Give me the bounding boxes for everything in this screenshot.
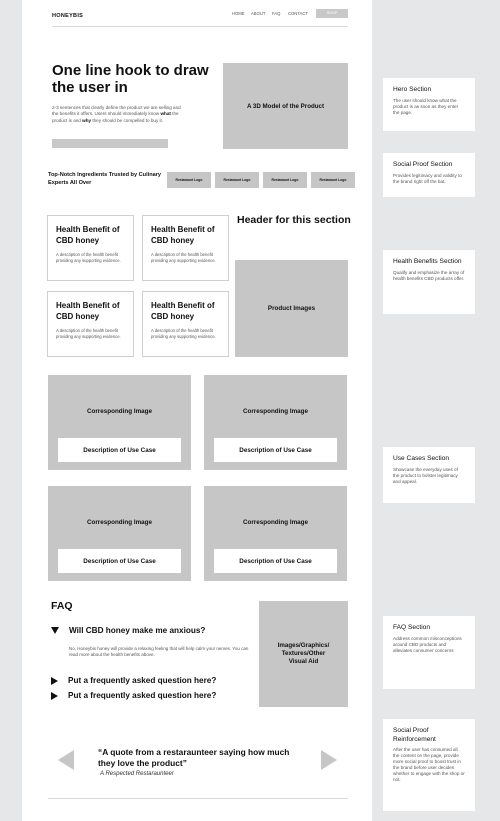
annotation-note: FAQ Section Address common misconception…	[383, 616, 475, 689]
faq-answer: No, Honeybis honey will provide a relaxi…	[69, 646, 249, 658]
chevron-down-icon	[51, 627, 59, 634]
annotation-note: Hero Section The user should know what t…	[383, 78, 475, 131]
shop-button[interactable]: SHOP	[316, 9, 348, 18]
note-description: Showcase the everyday uses of the produc…	[393, 466, 458, 484]
note-description: Provides legitimacy and validity to the …	[393, 172, 462, 184]
note-title: Social Proof Reinforcement	[393, 727, 436, 743]
use-case-card: Corresponding Image Description of Use C…	[48, 375, 191, 470]
carousel-next-arrow-icon[interactable]	[321, 750, 337, 770]
header-divider	[52, 26, 348, 27]
note-description: After the user has consumed all the cont…	[393, 747, 465, 782]
nav-faq[interactable]: FAQ	[272, 11, 280, 16]
hero-cta-button[interactable]	[52, 139, 168, 148]
faq-question[interactable]: Put a frequently asked question here?	[51, 691, 216, 700]
faq-question-text: Put a frequently asked question here?	[68, 676, 217, 685]
benefit-title: Health Benefit of CBD honey	[151, 301, 215, 321]
hero-description: 2-3 sentences that clearly define the pr…	[52, 105, 181, 123]
restaurant-logo: Restaraunt Logo	[215, 172, 259, 188]
hero-product-image: A 3D Model of the Product	[223, 63, 348, 149]
benefit-description: A description of the health benefit prov…	[151, 252, 216, 263]
benefit-description: A description of the health benefit prov…	[56, 252, 121, 263]
note-title: FAQ Section	[393, 624, 431, 631]
note-description: Address common misconceptions around CBD…	[393, 635, 462, 653]
use-case-description: Description of Use Case	[58, 438, 181, 462]
use-case-card: Corresponding Image Description of Use C…	[204, 375, 347, 470]
benefit-description: A description of the health benefit prov…	[56, 328, 121, 339]
restaurant-logo: Restaraunt Logo	[263, 172, 307, 188]
benefit-title: Health Benefit of CBD honey	[151, 225, 215, 245]
faq-question-text: Will CBD honey make me anxious?	[69, 626, 206, 635]
footer-divider	[48, 798, 348, 799]
brand-logo[interactable]: HONEYBIS	[52, 13, 83, 19]
faq-question-expanded[interactable]: Will CBD honey make me anxious?	[51, 626, 205, 635]
wireframe-page: HONEYBIS HOME ABOUT FAQ CONTACT SHOP One…	[22, 0, 372, 821]
restaurant-logo: Restaraunt Logo	[311, 172, 355, 188]
use-case-description: Description of Use Case	[214, 549, 337, 573]
benefit-card: Health Benefit of CBD honey A descriptio…	[142, 291, 229, 357]
nav-home[interactable]: HOME	[232, 11, 245, 16]
use-case-card: Corresponding Image Description of Use C…	[48, 486, 191, 581]
testimonial-quote: “A quote from a restaraunteer saying how…	[98, 747, 290, 768]
benefit-description: A description of the health benefit prov…	[151, 328, 216, 339]
benefit-card: Health Benefit of CBD honey A descriptio…	[47, 291, 134, 357]
carousel-prev-arrow-icon[interactable]	[58, 750, 74, 770]
faq-title: FAQ	[51, 600, 73, 612]
use-case-image: Corresponding Image	[86, 519, 153, 526]
use-case-image: Corresponding Image	[86, 408, 153, 415]
annotation-note: Social Proof Section Provides legitimacy…	[383, 153, 475, 197]
use-case-image: Corresponding Image	[242, 408, 309, 415]
note-title: Hero Section	[393, 86, 432, 93]
benefit-title: Health Benefit of CBD honey	[56, 301, 120, 321]
nav-contact[interactable]: CONTACT	[288, 11, 308, 16]
benefit-title: Health Benefit of CBD honey	[56, 225, 120, 245]
note-description: Qualify and emphasize the array of healt…	[393, 269, 465, 281]
annotation-note: Use Cases Section Showcase the everyday …	[383, 447, 475, 503]
product-images: Product Images	[235, 260, 348, 357]
faq-question[interactable]: Put a frequently asked question here?	[51, 676, 216, 685]
note-description: The user should know what the product is…	[393, 97, 459, 115]
use-case-description: Description of Use Case	[214, 438, 337, 462]
note-title: Social Proof Section	[393, 161, 453, 168]
benefit-card: Health Benefit of CBD honey A descriptio…	[47, 215, 134, 281]
faq-question-text: Put a frequently asked question here?	[68, 691, 217, 700]
faq-visual-aid: Images/Graphics/ Textures/Other Visual A…	[259, 601, 348, 707]
social-proof-text: Top-Notch Ingredients Trusted by Culinar…	[48, 172, 162, 186]
chevron-right-icon	[51, 676, 58, 685]
chevron-right-icon	[51, 691, 58, 700]
nav-about[interactable]: ABOUT	[251, 11, 265, 16]
annotation-note: Social Proof Reinforcement After the use…	[383, 719, 475, 811]
hero-title: One line hook to draw the user in	[52, 62, 209, 96]
use-case-card: Corresponding Image Description of Use C…	[204, 486, 347, 581]
testimonial-author: A Respected Restaraunteer	[100, 771, 174, 777]
restaurant-logo: Restaraunt Logo	[167, 172, 211, 188]
note-title: Use Cases Section	[393, 455, 450, 462]
annotation-note: Health Benefits Section Qualify and emph…	[383, 250, 475, 314]
benefits-header: Header for this section	[237, 214, 351, 226]
benefit-card: Health Benefit of CBD honey A descriptio…	[142, 215, 229, 281]
use-case-description: Description of Use Case	[58, 549, 181, 573]
note-title: Health Benefits Section	[393, 258, 462, 265]
use-case-image: Corresponding Image	[242, 519, 309, 526]
